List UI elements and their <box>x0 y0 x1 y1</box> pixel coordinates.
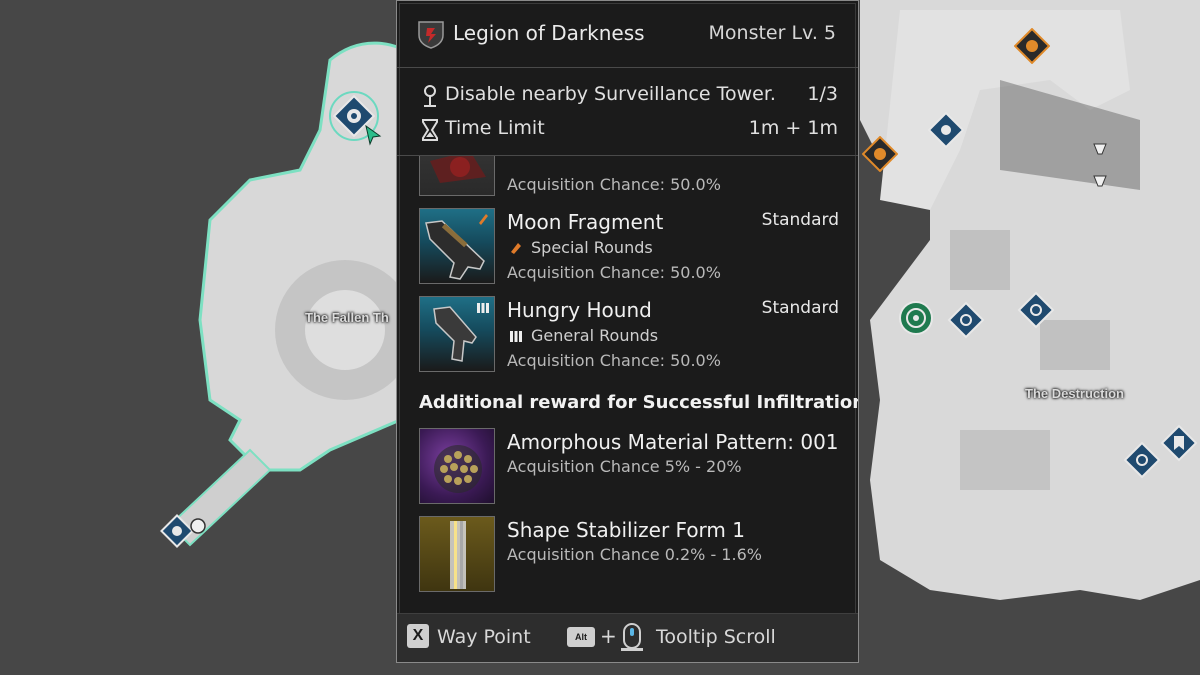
item-name: Moon Fragment <box>507 210 664 234</box>
cursor-icon <box>365 124 382 146</box>
time-limit-label: Time Limit <box>445 117 545 139</box>
item-thumbnail <box>419 156 495 196</box>
additional-reward-item: Amorphous Material Pattern: 001 Acquisit… <box>419 428 839 508</box>
reward-item: Moon Fragment Standard Special Rounds Ac… <box>419 208 839 288</box>
waypoint-marker-icon[interactable] <box>160 514 210 550</box>
tooltip-header: Legion of Darkness Monster Lv. 5 <box>397 1 858 68</box>
time-limit-value: 1m + 1m <box>748 117 838 139</box>
item-thumbnail <box>419 516 495 592</box>
additional-reward-item: Shape Stabilizer Form 1 Acquisition Chan… <box>419 516 839 596</box>
item-thumbnail <box>419 208 495 284</box>
reward-item: Hungry Hound Standard General Rounds Acq… <box>419 296 839 376</box>
monster-marker-icon[interactable] <box>1016 290 1056 330</box>
item-name: Shape Stabilizer Form 1 <box>507 518 745 542</box>
hourglass-icon <box>422 119 438 141</box>
tooltip-footer: X Way Point Alt + Tooltip Scroll <box>397 613 858 662</box>
map-label-fallen: The Fallen Th <box>305 310 389 325</box>
acquisition-chance: Acquisition Chance: 50.0% <box>507 175 721 194</box>
objective-text: Disable nearby Surveillance Tower. <box>445 83 776 105</box>
map-label-destruction: The Destruction <box>1025 386 1124 401</box>
faction-name: Legion of Darkness <box>453 21 645 45</box>
acquisition-chance: Acquisition Chance 0.2% - 1.6% <box>507 545 762 564</box>
time-limit-row: Time Limit 1m + 1m <box>419 117 838 143</box>
reward-item-partial: Acquisition Chance: 50.0% <box>419 156 839 200</box>
monster-level: Monster Lv. 5 <box>708 22 836 44</box>
mission-info: Disable nearby Surveillance Tower. 1/3 T… <box>397 67 858 156</box>
monster-marker-icon[interactable] <box>946 300 986 340</box>
ammo-type-label: General Rounds <box>531 326 659 345</box>
orange-objective-icon[interactable] <box>862 136 898 172</box>
item-name: Amorphous Material Pattern: 001 <box>507 430 839 454</box>
item-tier: Standard <box>761 210 839 230</box>
special-rounds-icon <box>479 214 488 225</box>
mission-tooltip: Legion of Darkness Monster Lv. 5 Disable… <box>396 0 859 663</box>
objective-progress: 1/3 <box>807 83 838 105</box>
item-ammo-type: General Rounds <box>509 326 658 345</box>
acquisition-chance: Acquisition Chance: 50.0% <box>507 351 721 370</box>
item-name: Hungry Hound <box>507 298 652 322</box>
bookmark-marker-icon[interactable] <box>1160 424 1198 462</box>
mouse-scroll-icon <box>621 623 643 651</box>
ammo-type-label: Special Rounds <box>531 238 653 257</box>
item-thumbnail <box>419 296 495 372</box>
additional-reward-header: Additional reward for Successful Infiltr… <box>419 392 858 413</box>
plus-sign: + <box>600 624 617 648</box>
green-objective-icon[interactable] <box>898 300 934 336</box>
tooltip-scroll-label: Tooltip Scroll <box>656 626 776 648</box>
special-rounds-icon <box>511 243 521 254</box>
alt-key: Alt <box>567 627 595 647</box>
location-pin-icon <box>424 85 436 107</box>
item-ammo-type: Special Rounds <box>509 238 653 257</box>
mission-marker-icon[interactable] <box>928 112 964 148</box>
monster-marker-icon[interactable] <box>1122 440 1162 480</box>
waypoint-label[interactable]: Way Point <box>437 626 531 648</box>
waypoint-key[interactable]: X <box>407 624 429 648</box>
orange-objective-icon[interactable] <box>1014 28 1050 64</box>
acquisition-chance: Acquisition Chance: 50.0% <box>507 263 721 282</box>
general-rounds-icon <box>477 303 489 313</box>
item-tier: Standard <box>761 298 839 318</box>
acquisition-chance: Acquisition Chance 5% - 20% <box>507 457 742 476</box>
tower-icon[interactable] <box>1090 140 1110 194</box>
general-rounds-icon <box>510 331 522 342</box>
objective-row: Disable nearby Surveillance Tower. 1/3 <box>419 83 838 109</box>
rewards-list[interactable]: Acquisition Chance: 50.0% Moon Fragment … <box>397 156 858 616</box>
item-thumbnail <box>419 428 495 504</box>
legion-shield-icon <box>418 21 444 49</box>
